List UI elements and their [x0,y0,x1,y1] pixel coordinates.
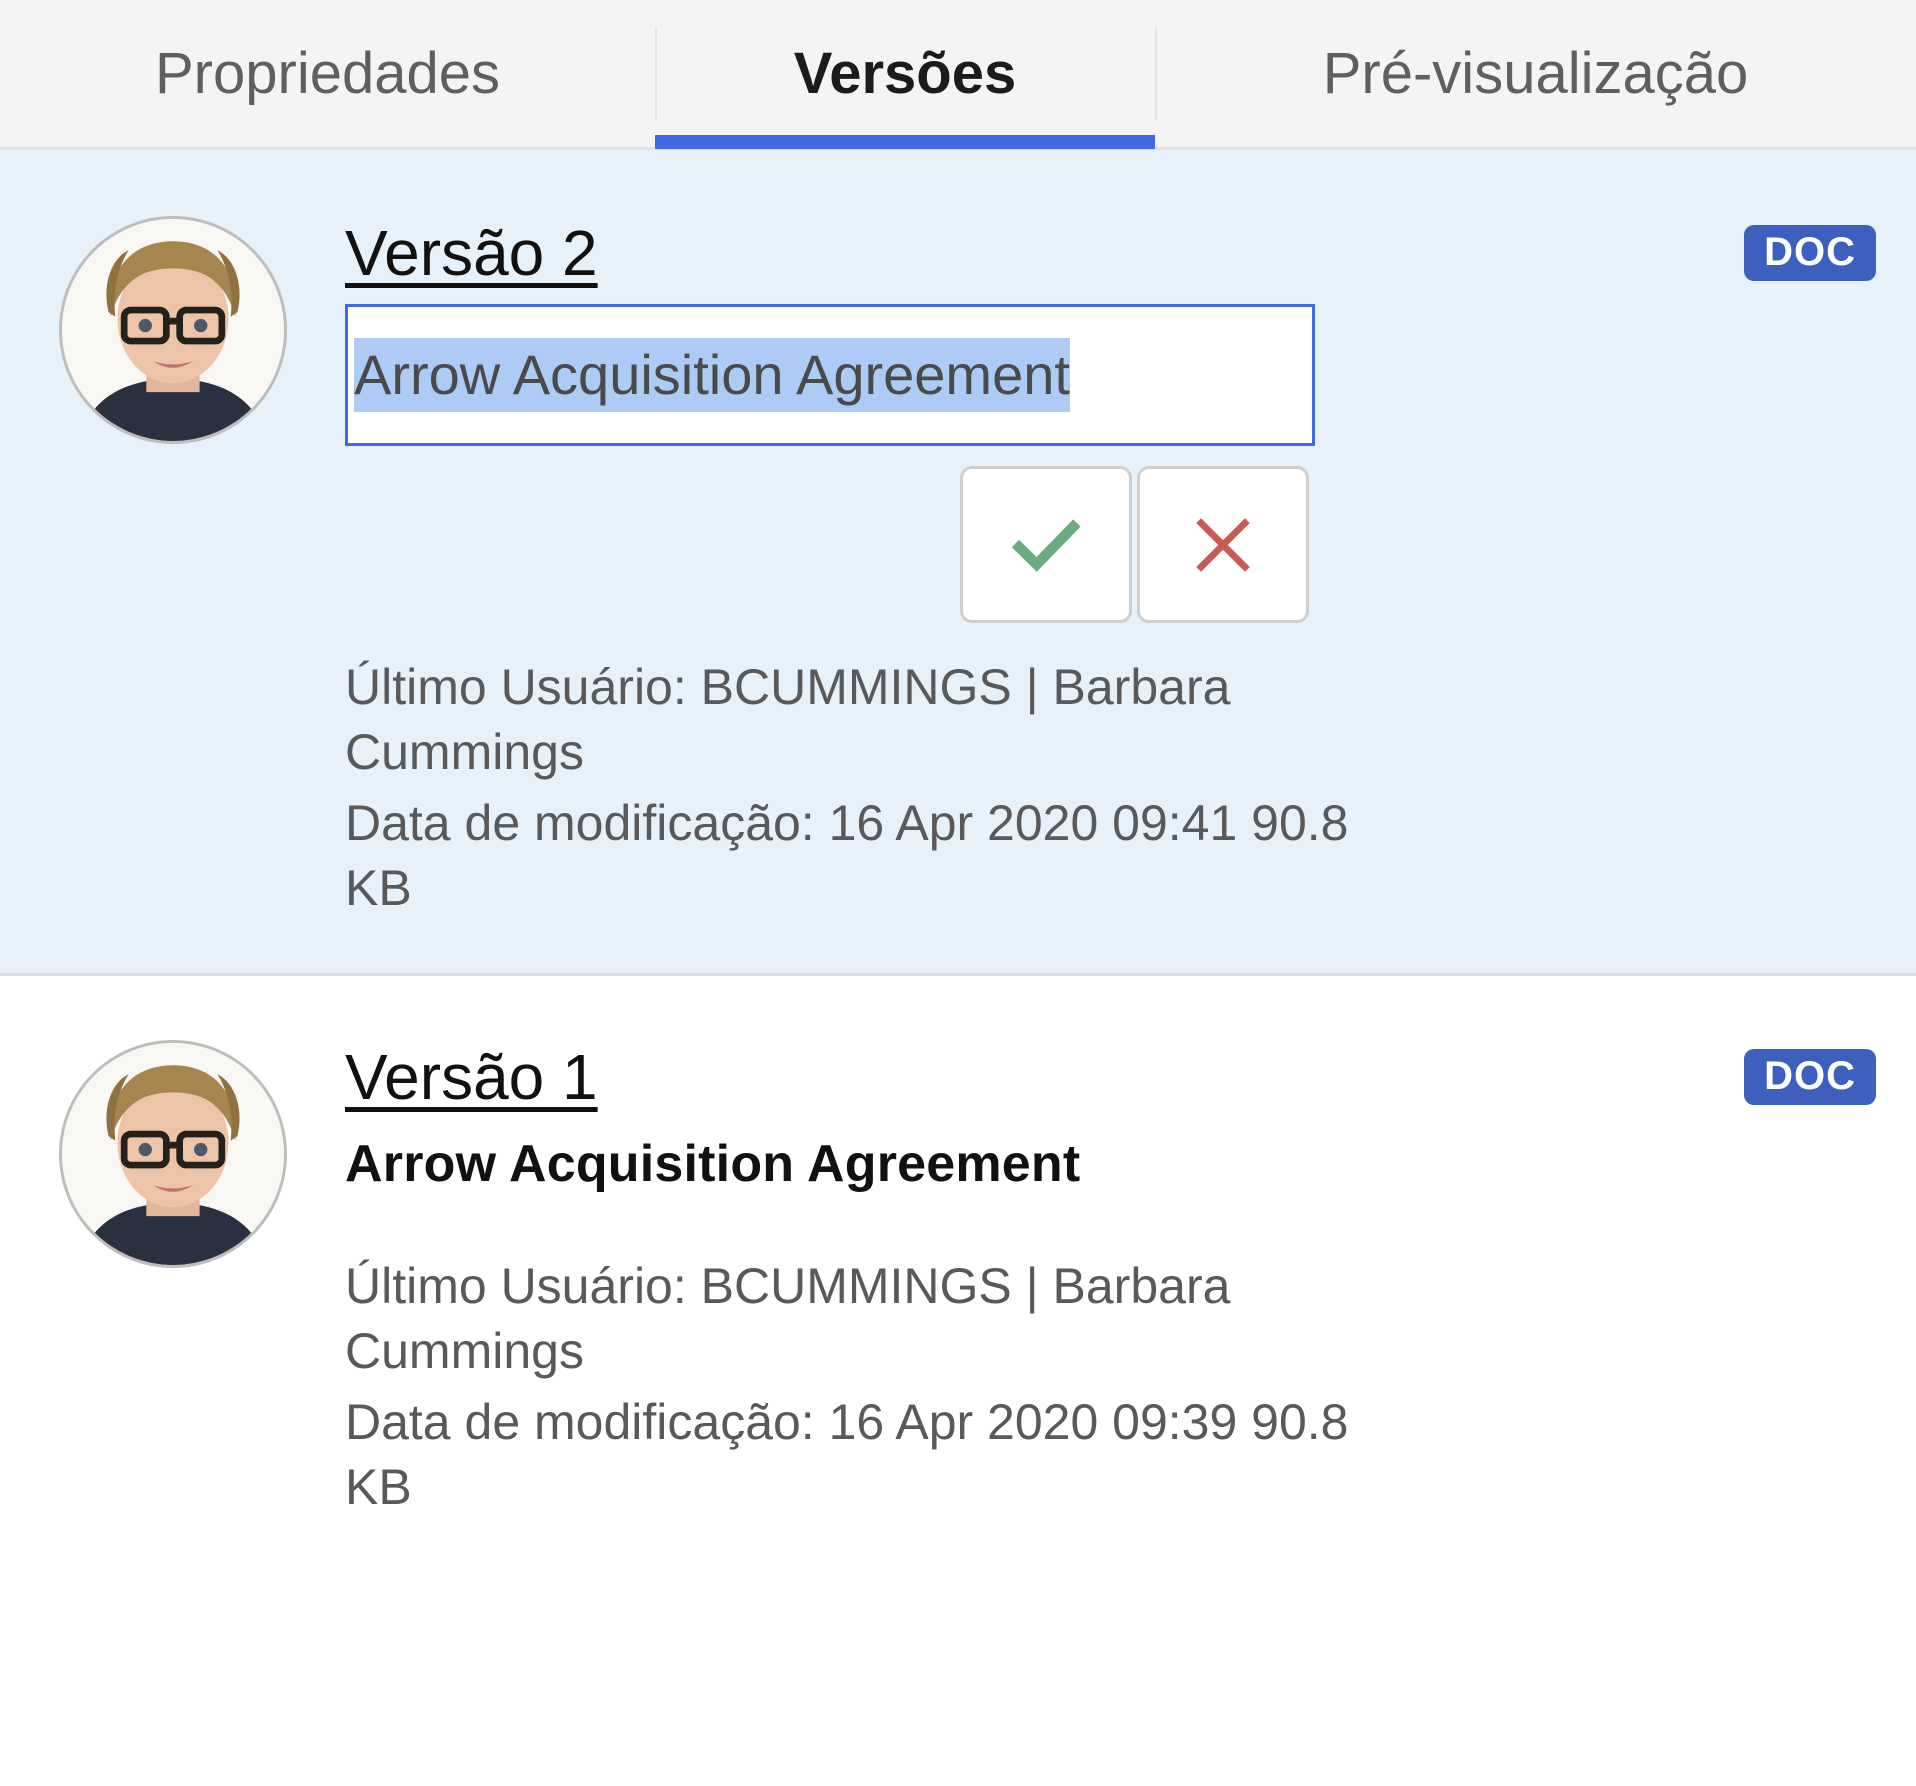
tab-pre-visualizacao[interactable]: Pré-visualização [1155,0,1916,149]
tab-propriedades-label: Propriedades [155,41,500,106]
user-avatar-photo [58,1040,287,1268]
doc-type-badge-v1[interactable]: DOC [1744,1049,1876,1105]
version-modified-line-v1: Data de modificação: 16 Apr 2020 09:39 9… [345,1394,1349,1515]
version-details-v2: Versão 2 DOC Arrow Acquisition Agreement [345,210,1916,921]
confirm-rename-button[interactable] [960,466,1132,623]
version-modified-line-v2: Data de modificação: 16 Apr 2020 09:41 9… [345,795,1349,916]
version-user-line-v1: Último Usuário: BCUMMINGS | Barbara Cumm… [345,1258,1231,1379]
version-name-input-value: Arrow Acquisition Agreement [354,338,1070,412]
version-title-row-v1: Versão 1 DOC [345,1034,1876,1120]
version-title-row-v2: Versão 2 DOC [345,210,1876,296]
version-name-input[interactable]: Arrow Acquisition Agreement [345,304,1315,446]
cross-icon [1196,517,1250,572]
version-row-2[interactable]: Versão 2 DOC Arrow Acquisition Agreement [0,150,1916,973]
doc-type-badge-v2[interactable]: DOC [1744,225,1876,281]
avatar-container-v1 [0,1034,345,1520]
edit-actions-v2 [345,466,1876,623]
check-icon [1011,518,1081,572]
version-row-1[interactable]: Versão 1 DOC Arrow Acquisition Agreement… [0,976,1916,1572]
tab-pre-visualizacao-label: Pré-visualização [1322,41,1749,106]
tab-versoes[interactable]: Versões [655,0,1155,149]
version-link-2[interactable]: Versão 2 [345,216,598,290]
version-details-v1: Versão 1 DOC Arrow Acquisition Agreement… [345,1034,1916,1520]
version-meta-v1: Último Usuário: BCUMMINGS | Barbara Cumm… [345,1254,1355,1520]
avatar-container-v2 [0,210,345,921]
tab-versoes-label: Versões [793,41,1017,106]
user-avatar-photo [58,216,287,444]
version-link-1[interactable]: Versão 1 [345,1040,598,1114]
version-name-v1: Arrow Acquisition Agreement [345,1135,1081,1193]
tab-propriedades[interactable]: Propriedades [0,0,655,149]
version-user-line-v2: Último Usuário: BCUMMINGS | Barbara Cumm… [345,659,1231,780]
tab-bar: Propriedades Versões Pré-visualização [0,0,1916,150]
cancel-rename-button[interactable] [1137,466,1309,623]
version-meta-v2: Último Usuário: BCUMMINGS | Barbara Cumm… [345,655,1355,921]
